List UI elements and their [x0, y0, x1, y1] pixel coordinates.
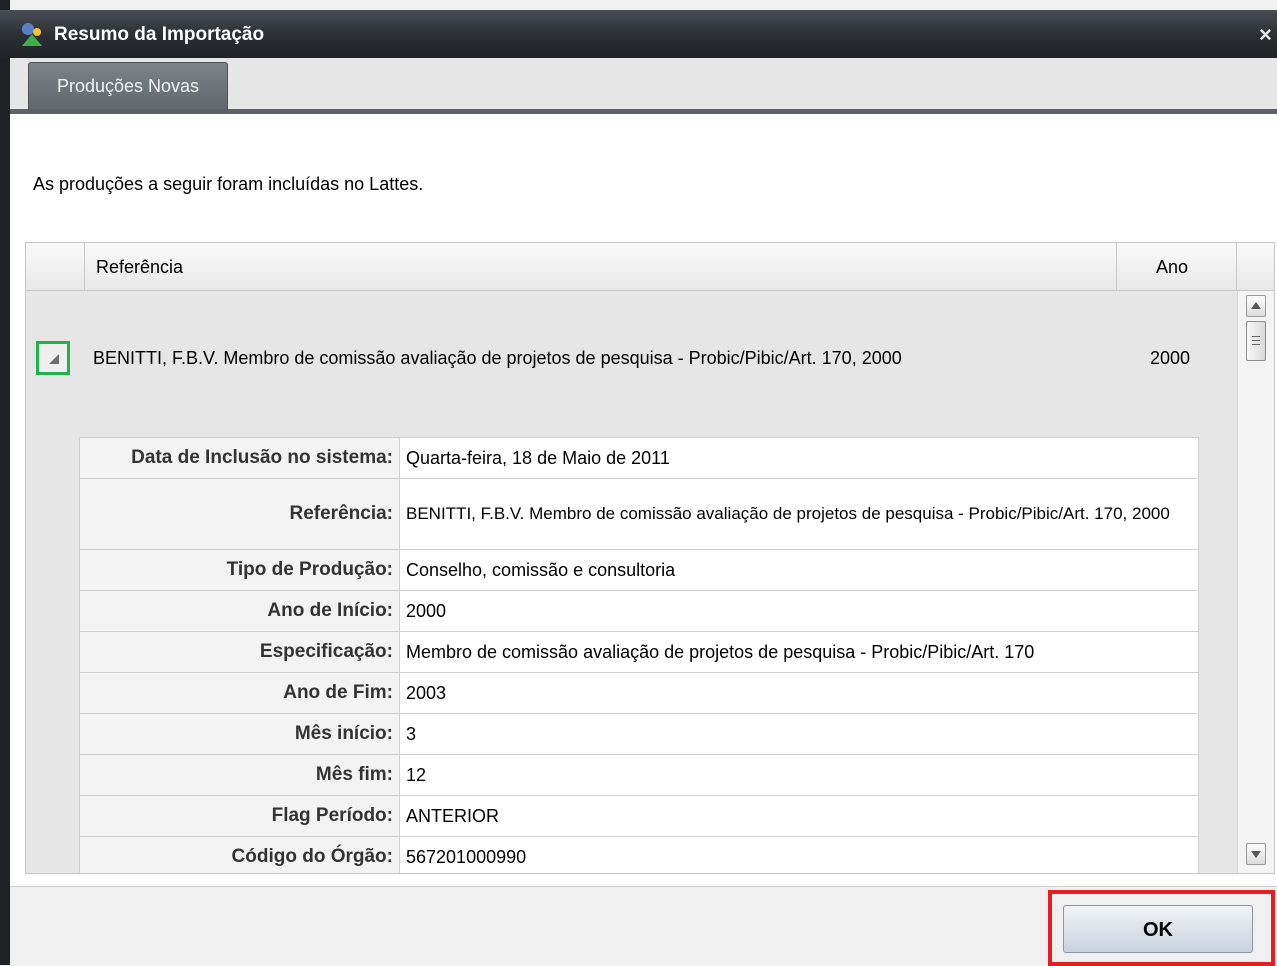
detail-row: Código do Órgão: 567201000990 — [79, 836, 1199, 873]
detail-key: Flag Período: — [79, 795, 400, 837]
detail-key: Data de Inclusão no sistema: — [79, 437, 400, 479]
detail-value: BENITTI, F.B.V. Membro de comissão avali… — [399, 478, 1199, 550]
column-header-referencia[interactable]: Referência — [96, 257, 183, 278]
detail-row: Flag Período: ANTERIOR — [79, 795, 1199, 837]
row-year: 2000 — [1150, 348, 1191, 368]
detail-key: Mês início: — [79, 713, 400, 755]
ok-button[interactable]: OK — [1063, 905, 1253, 953]
column-separator — [1116, 243, 1117, 290]
detail-table: Data de Inclusão no sistema: Quarta-feir… — [79, 437, 1199, 873]
close-icon[interactable]: × — [1259, 22, 1272, 48]
scroll-down-icon[interactable] — [1246, 843, 1266, 865]
detail-value: 2000 — [399, 590, 1199, 632]
tab-producoes-novas[interactable]: Produções Novas — [28, 62, 228, 109]
collapse-triangle-icon — [49, 354, 59, 364]
detail-value: ANTERIOR — [399, 795, 1199, 837]
detail-row: Data de Inclusão no sistema: Quarta-feir… — [79, 437, 1199, 479]
window-title: Resumo da Importação — [54, 24, 265, 45]
tab-strip: Produções Novas — [10, 58, 1277, 114]
row-expand-toggle[interactable] — [36, 341, 70, 375]
detail-row: Referência: BENITTI, F.B.V. Membro de co… — [79, 478, 1199, 550]
table-row[interactable]: BENITTI, F.B.V. Membro de comissão avali… — [26, 291, 1236, 873]
detail-key: Especificação: — [79, 631, 400, 673]
detail-row: Mês fim: 12 — [79, 754, 1199, 796]
detail-value: Conselho, comissão e consultoria — [399, 549, 1199, 591]
detail-key: Ano de Fim: — [79, 672, 400, 714]
thumb-grip — [1252, 340, 1260, 341]
intro-text: As produções a seguir foram incluídas no… — [33, 174, 424, 194]
row-reference: BENITTI, F.B.V. Membro de comissão avali… — [93, 348, 902, 368]
productions-table: Referência Ano BENITTI, F.B.V. Membro de… — [25, 242, 1275, 874]
scrollbar-thumb[interactable] — [1246, 321, 1266, 361]
dialog-footer: OK — [10, 886, 1277, 966]
app-icon — [22, 23, 42, 46]
table-header: Referência Ano — [26, 243, 1274, 291]
window-left-border — [0, 0, 10, 965]
detail-value: Quarta-feira, 18 de Maio de 2011 — [399, 437, 1199, 479]
detail-row: Tipo de Produção: Conselho, comissão e c… — [79, 549, 1199, 591]
scroll-up-icon[interactable] — [1246, 295, 1266, 317]
thumb-grip — [1252, 336, 1260, 337]
detail-value: 567201000990 — [399, 836, 1199, 873]
tab-content: As produções a seguir foram incluídas no… — [10, 114, 1277, 886]
column-separator — [1236, 243, 1237, 290]
detail-value: 2003 — [399, 672, 1199, 714]
title-bar[interactable]: Resumo da Importação × — [0, 10, 1277, 58]
detail-key: Referência: — [79, 478, 400, 550]
detail-value: Membro de comissão avaliação de projetos… — [399, 631, 1199, 673]
column-header-ano[interactable]: Ano — [1156, 257, 1188, 278]
vertical-scrollbar[interactable] — [1237, 291, 1274, 873]
detail-key: Mês fim: — [79, 754, 400, 796]
detail-key: Código do Órgão: — [79, 836, 400, 873]
thumb-grip — [1252, 344, 1260, 345]
detail-key: Ano de Início: — [79, 590, 400, 632]
detail-row: Mês início: 3 — [79, 713, 1199, 755]
detail-value: 3 — [399, 713, 1199, 755]
detail-row: Ano de Início: 2000 — [79, 590, 1199, 632]
detail-row: Especificação: Membro de comissão avalia… — [79, 631, 1199, 673]
column-separator — [84, 243, 85, 290]
detail-row: Ano de Fim: 2003 — [79, 672, 1199, 714]
detail-key: Tipo de Produção: — [79, 549, 400, 591]
detail-value: 12 — [399, 754, 1199, 796]
import-summary-window: Resumo da Importação × Produções Novas A… — [0, 0, 1277, 966]
